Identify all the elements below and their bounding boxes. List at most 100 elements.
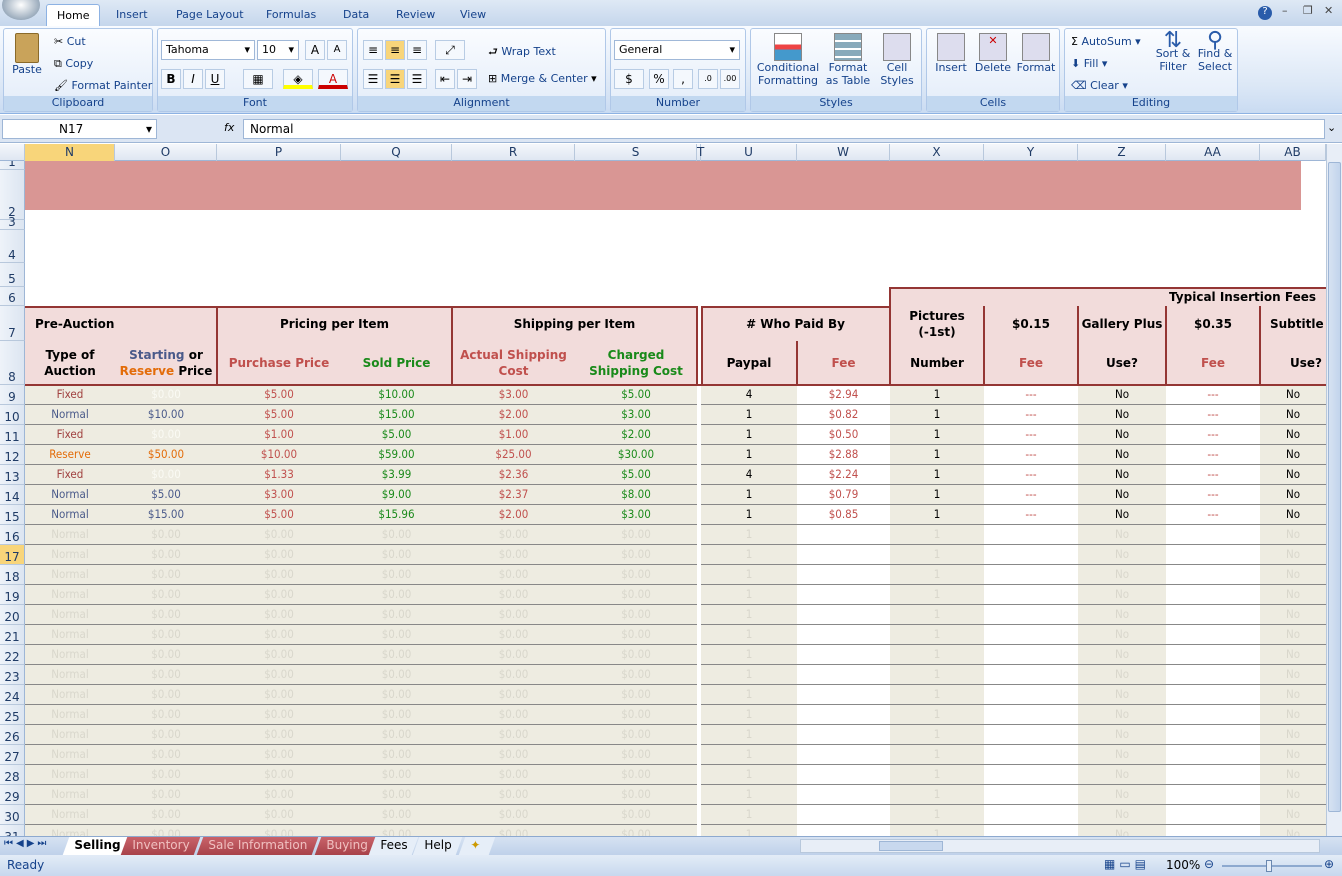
row-header-23[interactable]: 23 <box>0 665 25 685</box>
cell-sold-price[interactable]: $10.00 <box>341 385 452 405</box>
vertical-scroll-thumb[interactable] <box>1328 162 1341 812</box>
cell-actual-shipping[interactable]: $0.00 <box>452 685 575 705</box>
cell-pictures-number[interactable]: 1 <box>890 665 984 685</box>
row-header-18[interactable]: 18 <box>0 565 25 585</box>
column-header-ab[interactable]: AB <box>1260 144 1326 161</box>
zoom-level[interactable]: 100% <box>1166 858 1200 872</box>
cell-subtitle-use[interactable]: No <box>1260 805 1326 825</box>
cell-sold-price[interactable]: $15.00 <box>341 405 452 425</box>
cell-starting-price[interactable]: $0.00 <box>115 385 217 405</box>
cell-paypal-fee[interactable] <box>797 545 890 565</box>
cell-charged-shipping[interactable]: $0.00 <box>575 765 697 785</box>
cell-purchase-price[interactable]: $0.00 <box>217 785 341 805</box>
conditional-formatting-button[interactable]: Conditional Formatting <box>755 33 821 87</box>
cell-pictures-number[interactable]: 1 <box>890 605 984 625</box>
cell-type-of-auction[interactable]: Normal <box>25 625 115 645</box>
row-header-10[interactable]: 10 <box>0 405 25 425</box>
cell-fee-035[interactable] <box>1166 805 1260 825</box>
cell-purchase-price[interactable]: $0.00 <box>217 705 341 725</box>
cell-actual-shipping[interactable]: $0.00 <box>452 765 575 785</box>
copy-button[interactable]: ⧉ Copy <box>54 57 93 71</box>
row-header-26[interactable]: 26 <box>0 725 25 745</box>
cell-starting-price[interactable]: $0.00 <box>115 745 217 765</box>
cell-type-of-auction[interactable]: Reserve <box>25 445 115 465</box>
tab-view[interactable]: View <box>450 4 496 26</box>
cell-fee-035[interactable]: --- <box>1166 505 1260 525</box>
cell-type-of-auction[interactable]: Fixed <box>25 425 115 445</box>
cell-fee-015[interactable]: --- <box>984 425 1078 445</box>
cell-gallery-plus-use[interactable]: No <box>1078 465 1166 485</box>
cell-starting-price[interactable]: $0.00 <box>115 605 217 625</box>
cell-actual-shipping[interactable]: $0.00 <box>452 805 575 825</box>
cell-purchase-price[interactable]: $10.00 <box>217 445 341 465</box>
cell-fee-015[interactable] <box>984 545 1078 565</box>
cell-paypal-count[interactable]: 1 <box>701 545 797 565</box>
cell-starting-price[interactable]: $0.00 <box>115 465 217 485</box>
row-header-17[interactable]: 17 <box>0 545 25 565</box>
row-header-21[interactable]: 21 <box>0 625 25 645</box>
cell-gallery-plus-use[interactable]: No <box>1078 545 1166 565</box>
autosum-button[interactable]: Σ AutoSum ▾ <box>1071 35 1141 48</box>
cell-fee-035[interactable] <box>1166 765 1260 785</box>
cell-paypal-fee[interactable] <box>797 785 890 805</box>
cell-paypal-count[interactable]: 1 <box>701 665 797 685</box>
cell-actual-shipping[interactable]: $0.00 <box>452 665 575 685</box>
column-header-x[interactable]: X <box>890 144 984 161</box>
cell-sold-price[interactable]: $0.00 <box>341 685 452 705</box>
merge-center-button[interactable]: ⊞ Merge & Center ▾ <box>488 72 597 85</box>
cell-type-of-auction[interactable]: Normal <box>25 825 115 836</box>
cell-paypal-count[interactable]: 1 <box>701 785 797 805</box>
tab-page-layout[interactable]: Page Layout <box>166 4 254 26</box>
column-header-y[interactable]: Y <box>984 144 1078 161</box>
cell-starting-price[interactable]: $0.00 <box>115 645 217 665</box>
cell-paypal-count[interactable]: 4 <box>701 465 797 485</box>
cell-gallery-plus-use[interactable]: No <box>1078 445 1166 465</box>
increase-decimal-icon[interactable]: .0 <box>698 69 718 89</box>
cell-sold-price[interactable]: $0.00 <box>341 525 452 545</box>
cell-charged-shipping[interactable]: $2.00 <box>575 425 697 445</box>
align-left-icon[interactable]: ☰ <box>363 69 383 89</box>
cell-subtitle-use[interactable]: No <box>1260 645 1326 665</box>
cell-subtitle-use[interactable]: No <box>1260 485 1326 505</box>
cell-fee-015[interactable] <box>984 725 1078 745</box>
cell-type-of-auction[interactable]: Normal <box>25 525 115 545</box>
cell-fee-015[interactable] <box>984 525 1078 545</box>
cut-button[interactable]: ✂ Cut <box>54 35 86 48</box>
cell-type-of-auction[interactable]: Normal <box>25 485 115 505</box>
cell-fee-035[interactable] <box>1166 545 1260 565</box>
cell-charged-shipping[interactable]: $0.00 <box>575 805 697 825</box>
font-color-icon[interactable]: A <box>318 69 348 89</box>
cell-purchase-price[interactable]: $0.00 <box>217 665 341 685</box>
name-box[interactable]: N17 ▾ <box>2 119 157 139</box>
cell-subtitle-use[interactable]: No <box>1260 765 1326 785</box>
number-format-select[interactable]: General ▾ <box>614 40 740 60</box>
cell-sold-price[interactable]: $0.00 <box>341 765 452 785</box>
orientation-icon[interactable]: ⤢ <box>435 40 465 60</box>
align-top-icon[interactable]: ≡ <box>363 40 383 60</box>
row-header-4[interactable]: 4 <box>0 230 25 263</box>
clear-button[interactable]: ⌫ Clear ▾ <box>1071 79 1128 92</box>
horizontal-scroll-thumb[interactable] <box>879 841 943 851</box>
currency-button[interactable]: $ <box>614 69 644 89</box>
cell-type-of-auction[interactable]: Normal <box>25 725 115 745</box>
cell-sold-price[interactable]: $9.00 <box>341 485 452 505</box>
delete-cells-button[interactable]: ✕ Delete <box>973 33 1013 74</box>
cell-paypal-fee[interactable] <box>797 525 890 545</box>
row-header-6[interactable]: 6 <box>0 287 25 306</box>
cell-charged-shipping[interactable]: $0.00 <box>575 545 697 565</box>
cell-type-of-auction[interactable]: Normal <box>25 505 115 525</box>
tab-insert[interactable]: Insert <box>106 4 158 26</box>
cell-type-of-auction[interactable]: Normal <box>25 665 115 685</box>
cell-paypal-fee[interactable] <box>797 625 890 645</box>
cell-actual-shipping[interactable]: $0.00 <box>452 585 575 605</box>
underline-button[interactable]: U <box>205 69 225 89</box>
decrease-indent-icon[interactable]: ⇤ <box>435 69 455 89</box>
cell-fee-015[interactable]: --- <box>984 485 1078 505</box>
row-header-31[interactable]: 31 <box>0 825 25 836</box>
cell-charged-shipping[interactable]: $0.00 <box>575 665 697 685</box>
cell-subtitle-use[interactable]: No <box>1260 705 1326 725</box>
cell-actual-shipping[interactable]: $0.00 <box>452 785 575 805</box>
cell-type-of-auction[interactable]: Fixed <box>25 385 115 405</box>
cell-fee-015[interactable] <box>984 625 1078 645</box>
cell-starting-price[interactable]: $0.00 <box>115 705 217 725</box>
